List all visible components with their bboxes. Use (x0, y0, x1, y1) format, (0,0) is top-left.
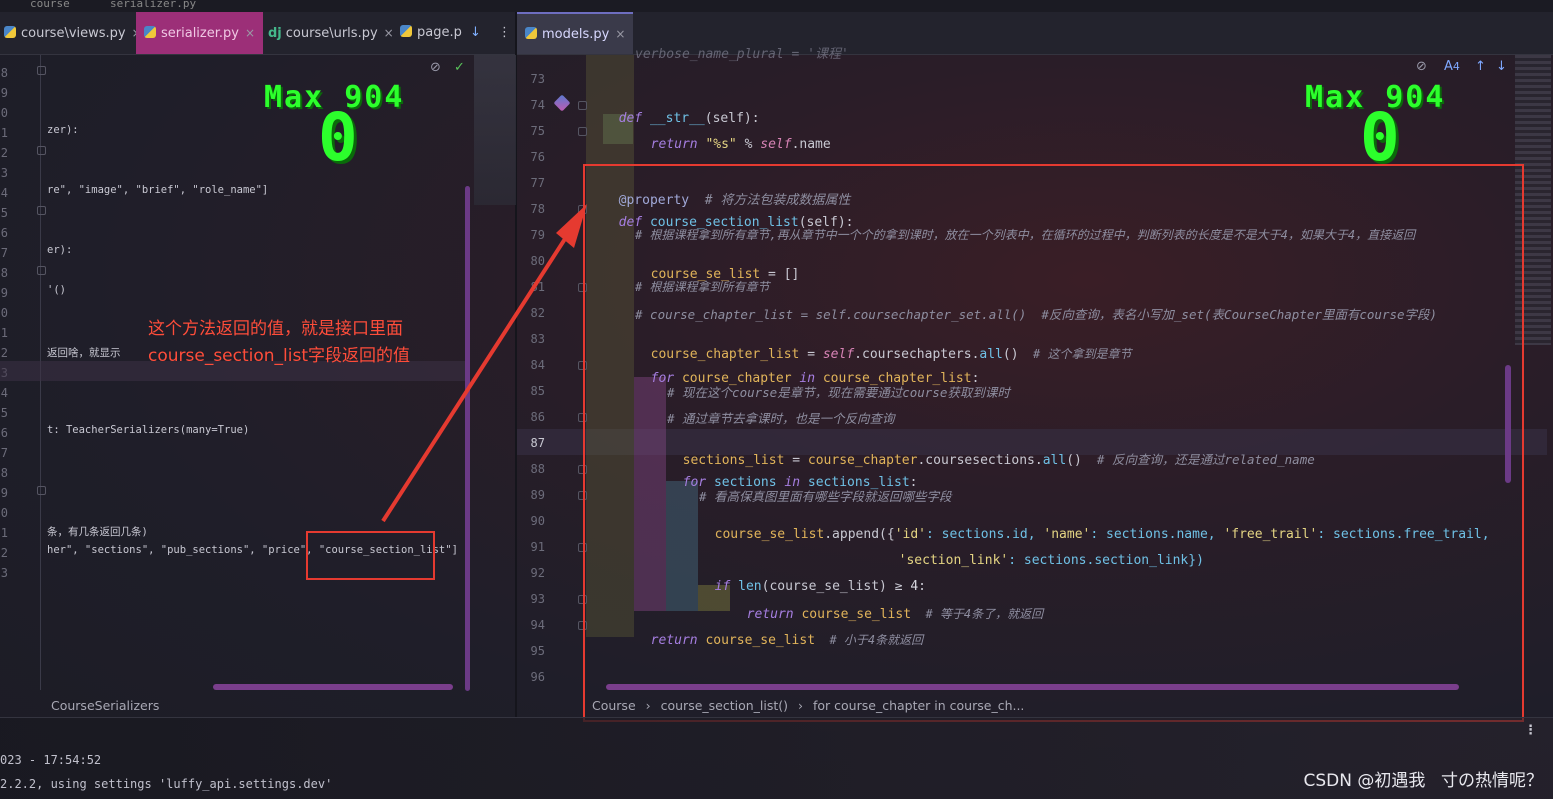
arrow-head (556, 204, 587, 248)
arrow-shaft (381, 226, 574, 523)
annotation-arrow (381, 204, 587, 523)
console-divider (0, 717, 1553, 718)
watermark: CSDN @初遇我ㅤ寸の热情呢？ (1303, 771, 1543, 791)
console-line: 023 - 17:54:52 (0, 753, 102, 767)
console-line: 2.2.2, using settings 'luffy_api.setting… (0, 777, 333, 791)
more-icon[interactable]: ⋮ (1524, 723, 1537, 738)
